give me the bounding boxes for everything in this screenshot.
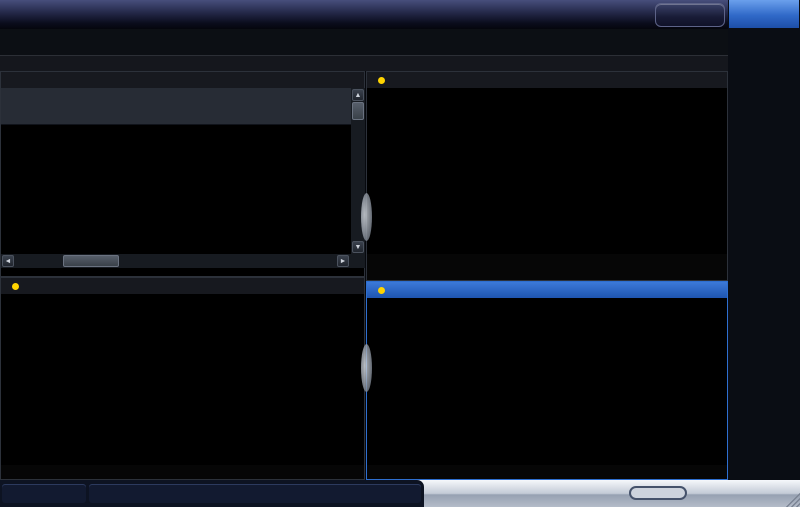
splitter-handle[interactable] (361, 344, 372, 392)
magnitude-footer (1, 465, 364, 479)
capture-xaxis-label (367, 268, 727, 280)
scroll-right-button[interactable]: ► (337, 255, 349, 267)
splitter-handle[interactable] (361, 193, 372, 241)
trace1-color-dot (12, 283, 19, 290)
capture-graph[interactable] (367, 88, 727, 254)
scroll-left-button[interactable]: ◄ (2, 255, 14, 267)
progress-bar (629, 486, 687, 500)
pulse-magnitude-title[interactable] (1, 278, 364, 294)
table-body (1, 124, 352, 254)
pulse-statistics-title[interactable] (1, 72, 364, 88)
vscroll-thumb[interactable] (352, 102, 364, 120)
magnitude-graph[interactable] (1, 294, 364, 465)
pulse-statistics-panel[interactable]: ▲ ▼ ◄ ► (0, 71, 365, 277)
status-box (89, 484, 421, 503)
scroll-up-button[interactable]: ▲ (352, 89, 364, 101)
magnitude-capture-panel[interactable] (366, 71, 728, 281)
toolbar (0, 0, 729, 29)
phase-footer (367, 465, 727, 479)
pulse-phase-panel[interactable] (366, 281, 728, 480)
trace1-color-dot (378, 287, 385, 294)
hscroll-thumb[interactable] (63, 255, 119, 267)
table-hscrollbar[interactable]: ◄ ► (1, 254, 365, 268)
phase-graph[interactable] (367, 298, 727, 465)
scroll-down-button[interactable]: ▼ (352, 241, 364, 253)
resize-grip[interactable] (784, 491, 800, 507)
pulse-magnitude-panel[interactable] (0, 277, 365, 480)
screenshot-button[interactable] (655, 3, 725, 27)
channel-info-bar (0, 55, 729, 71)
capture-footer (367, 254, 727, 268)
analyzer-window: ▲ ▼ ◄ ► (0, 0, 800, 507)
softkey-menu-title (729, 0, 799, 28)
status-bar (0, 480, 800, 507)
status-box (2, 484, 86, 503)
channel-tab-bar (0, 29, 729, 55)
trace1-color-dot (378, 77, 385, 84)
table-header (1, 88, 352, 125)
softkey-column (728, 0, 800, 480)
pulse-phase-title[interactable] (367, 282, 727, 298)
status-bar-left-zone (0, 480, 424, 507)
magnitude-capture-title[interactable] (367, 72, 727, 88)
